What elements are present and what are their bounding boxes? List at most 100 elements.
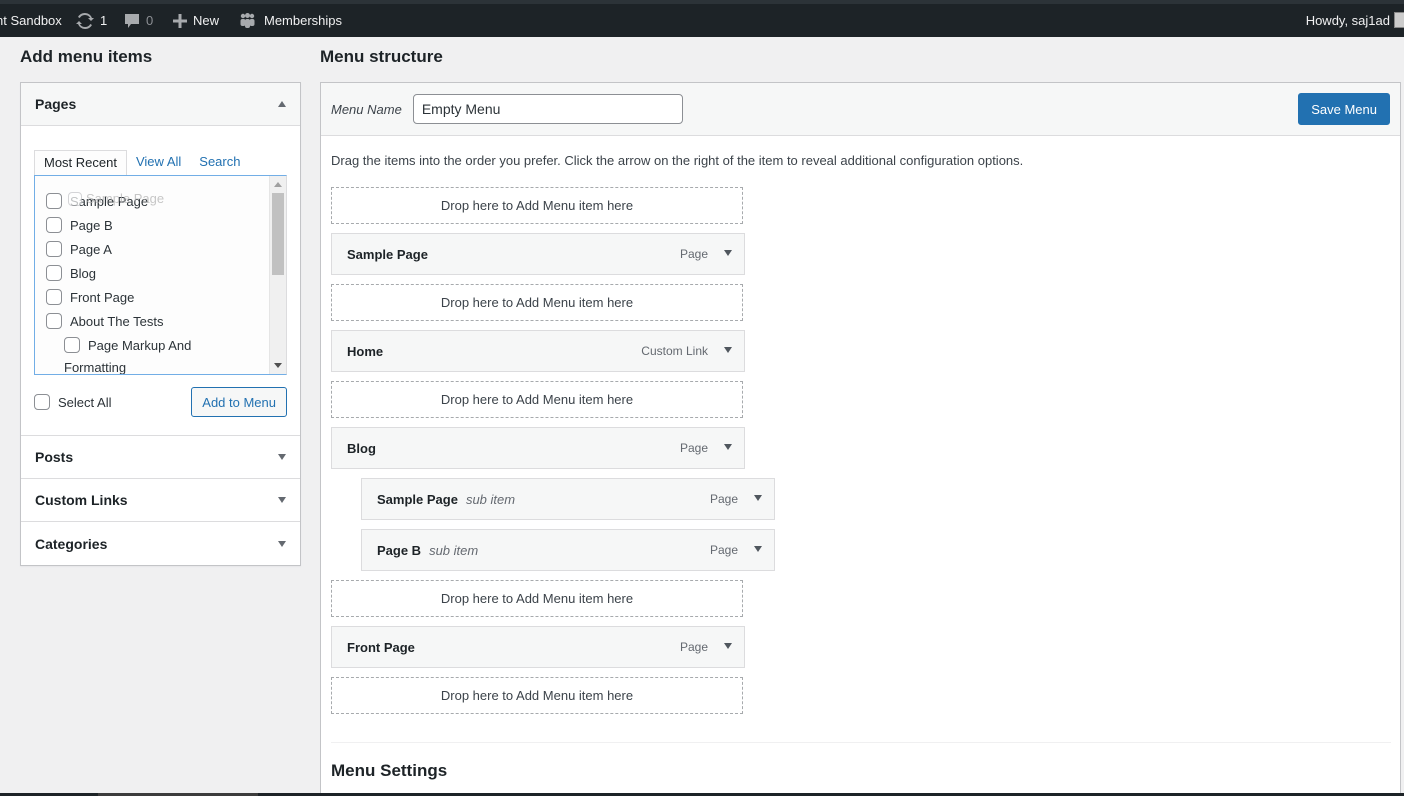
page-label: Blog	[70, 265, 97, 281]
page-label: Page A	[70, 241, 112, 257]
expand-arrow-icon	[278, 497, 286, 503]
menu-settings-title: Menu Settings	[331, 761, 448, 780]
menu-name-label: Menu Name	[331, 101, 402, 117]
checkbox[interactable]	[46, 313, 62, 329]
checkbox[interactable]	[46, 265, 62, 281]
pages-panel: Most Recent View All Search Sample Page …	[21, 126, 300, 436]
menu-structure-title: Menu structure	[320, 47, 443, 66]
menu-sub-item[interactable]: Page B sub item Page	[361, 529, 775, 571]
accordion-posts-header[interactable]: Posts	[21, 436, 300, 479]
site-name-link[interactable]: nt Sandbox	[0, 4, 62, 37]
item-edit-arrow-icon[interactable]	[724, 444, 732, 450]
menu-item[interactable]: Blog Page	[331, 427, 745, 469]
menu-sub-item[interactable]: Sample Page sub item Page	[361, 478, 775, 520]
collapse-arrow-icon	[278, 101, 286, 107]
accordion-categories-header[interactable]: Categories	[21, 522, 300, 565]
menu-body: Drag the items into the order you prefer…	[321, 136, 1400, 781]
page-item-about-the-tests[interactable]: About The Tests	[46, 309, 268, 333]
sub-item-label: sub item	[429, 542, 479, 558]
admin-bar: nt Sandbox 1 0 New Memberships Howdy, sa…	[0, 0, 1404, 37]
memberships-label: Memberships	[264, 13, 343, 28]
add-to-menu-button[interactable]: Add to Menu	[191, 387, 287, 417]
page-item-sample-page[interactable]: Sample Page Sample Page	[46, 189, 268, 213]
menu-item-title: Page B	[377, 542, 422, 558]
select-all-label: Select All	[58, 394, 112, 410]
accordion-pages-label: Pages	[35, 96, 77, 112]
menu-header: Menu Name Save Menu	[321, 83, 1400, 136]
checkbox[interactable]	[46, 217, 62, 233]
menu-item[interactable]: Front Page Page	[331, 626, 745, 668]
menu-item-title: Sample Page	[347, 246, 428, 262]
checkbox[interactable]	[46, 193, 62, 209]
group-icon	[239, 13, 256, 28]
updates-link[interactable]: 1	[76, 4, 107, 37]
accordion-label: Custom Links	[35, 492, 128, 508]
memberships-link[interactable]: Memberships	[239, 4, 342, 37]
page-label: Front Page	[70, 289, 135, 305]
comments-count: 0	[146, 13, 154, 28]
scrollbar-thumb[interactable]	[272, 193, 284, 275]
checkbox[interactable]	[46, 241, 62, 257]
save-menu-button[interactable]: Save Menu	[1298, 93, 1390, 125]
tab-search[interactable]: Search	[190, 150, 249, 176]
user-avatar[interactable]	[1394, 12, 1404, 28]
accordion-pages-header[interactable]: Pages	[21, 83, 300, 126]
page-label: Page B	[70, 217, 113, 233]
tab-view-all[interactable]: View All	[127, 150, 190, 176]
select-all[interactable]: Select All	[34, 394, 111, 410]
drop-zone[interactable]: Drop here to Add Menu item here	[331, 677, 743, 714]
sub-item-label: sub item	[465, 491, 516, 507]
item-edit-arrow-icon[interactable]	[724, 643, 732, 649]
menu-item-title: Home	[347, 343, 384, 359]
menu-item-type: Page	[679, 247, 708, 261]
menu-name-input[interactable]	[412, 94, 683, 124]
checkbox[interactable]	[46, 289, 62, 305]
checklist-scrollbar[interactable]	[269, 176, 286, 374]
pages-tabs: Most Recent View All Search	[34, 150, 287, 176]
refresh-icon	[76, 12, 94, 29]
menu-item[interactable]: Sample Page Page	[331, 233, 745, 275]
item-edit-arrow-icon[interactable]	[754, 546, 762, 552]
page-item-page-b[interactable]: Page B	[46, 213, 268, 237]
new-content-link[interactable]: New	[173, 4, 219, 37]
scroll-up-arrow-icon[interactable]	[274, 182, 282, 187]
comments-link[interactable]: 0	[124, 4, 153, 37]
my-account-link[interactable]: Howdy, saj1ad	[1306, 4, 1390, 37]
item-edit-arrow-icon[interactable]	[724, 347, 732, 353]
menu-item-type: Page	[679, 640, 708, 654]
checkbox[interactable]	[64, 337, 80, 353]
add-menu-items-title: Add menu items	[20, 47, 153, 66]
drop-zone[interactable]: Drop here to Add Menu item here	[331, 580, 743, 617]
ghost-label: Sample Page	[86, 191, 165, 206]
menu-item[interactable]: Home Custom Link	[331, 330, 745, 372]
accordion-label: Posts	[35, 449, 74, 465]
item-edit-arrow-icon[interactable]	[754, 495, 762, 501]
tab-most-recent[interactable]: Most Recent	[34, 150, 127, 176]
page-item-page-markup[interactable]: Page Markup And	[46, 333, 268, 357]
site-name: nt Sandbox	[0, 13, 62, 28]
add-menu-items-accordion: Pages Most Recent View All Search Sample…	[20, 82, 301, 566]
menu-item-type: Custom Link	[641, 344, 708, 358]
divider	[331, 742, 1391, 743]
menu-management: Menu Name Save Menu Drag the items into …	[320, 82, 1401, 796]
menu-item-title: Blog	[347, 440, 376, 456]
comment-bubble-icon	[124, 13, 140, 29]
page-label-wrap: Formatting	[64, 360, 127, 375]
select-all-checkbox[interactable]	[34, 394, 50, 410]
item-edit-arrow-icon[interactable]	[724, 250, 732, 256]
ghost-checkbox	[68, 191, 82, 206]
page-item-page-a[interactable]: Page A	[46, 237, 268, 261]
page-item-blog[interactable]: Blog	[46, 261, 268, 285]
plus-icon	[173, 13, 187, 28]
drop-zone[interactable]: Drop here to Add Menu item here	[331, 187, 743, 224]
expand-arrow-icon	[278, 454, 286, 460]
drop-zone[interactable]: Drop here to Add Menu item here	[331, 381, 743, 418]
accordion-custom-links-header[interactable]: Custom Links	[21, 479, 300, 522]
menu-item-type: Page	[709, 492, 738, 506]
expand-arrow-icon	[278, 540, 286, 547]
new-label: New	[193, 13, 220, 28]
page-item-front-page[interactable]: Front Page	[46, 285, 268, 309]
scroll-down-arrow-icon[interactable]	[274, 363, 282, 368]
menu-item-title: Front Page	[347, 639, 415, 655]
drop-zone[interactable]: Drop here to Add Menu item here	[331, 284, 743, 321]
